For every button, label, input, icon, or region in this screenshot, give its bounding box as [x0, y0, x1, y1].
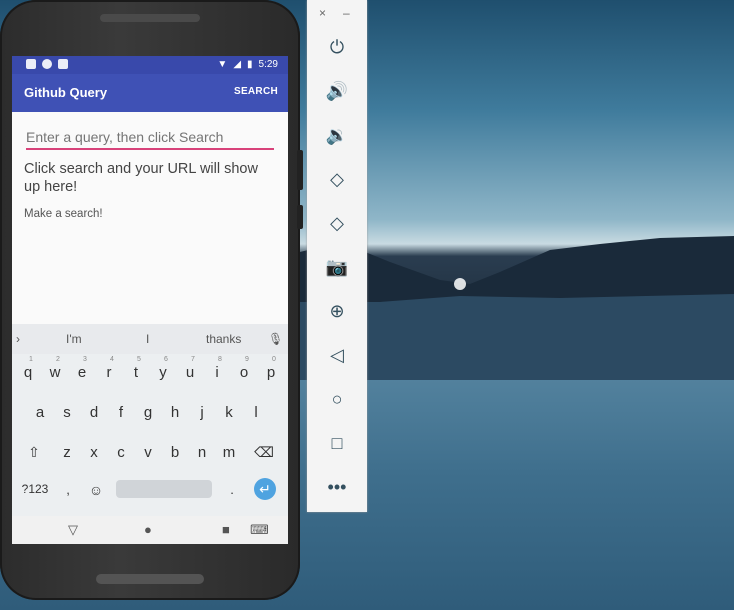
more-icon[interactable]: ••• — [325, 475, 349, 499]
minimize-button[interactable]: – — [343, 6, 350, 20]
comma-key[interactable]: , — [56, 482, 80, 497]
power-icon[interactable]: ⏻ — [325, 35, 349, 59]
nav-bar: ▽ ● ■ ⌨ — [12, 516, 288, 544]
key-l[interactable]: l — [244, 404, 268, 421]
space-key[interactable] — [116, 480, 212, 498]
shield-icon — [26, 59, 36, 69]
key-hint-4: 4 — [110, 356, 114, 363]
symbols-key[interactable]: ?123 — [20, 482, 50, 496]
back-icon[interactable]: ◁ — [325, 343, 349, 367]
microphone-icon[interactable]: 🎙 — [268, 332, 283, 346]
period-key[interactable]: . — [220, 482, 244, 497]
key-g[interactable]: g — [136, 404, 160, 421]
emulator-toolbar: × – ⏻ 🔊 🔉 ◇ ◇ 📷 ⊕ ◁ ○ □ ••• — [307, 0, 367, 512]
key-hint-9: 9 — [245, 356, 249, 363]
keyboard-switch-icon[interactable]: ⌨ — [250, 522, 269, 538]
key-p[interactable]: p — [259, 364, 283, 381]
key-r[interactable]: r — [97, 364, 121, 381]
key-c[interactable]: c — [109, 444, 133, 461]
key-x[interactable]: x — [82, 444, 106, 461]
rotate-right-icon[interactable]: ◇ — [325, 211, 349, 235]
key-i[interactable]: i — [205, 364, 229, 381]
key-u[interactable]: u — [178, 364, 202, 381]
key-v[interactable]: v — [136, 444, 160, 461]
key-q[interactable]: q — [16, 364, 40, 381]
key-hint-6: 6 — [164, 356, 168, 363]
app-bar: Github Query SEARCH — [12, 74, 288, 112]
close-button[interactable]: × — [319, 6, 326, 20]
key-h[interactable]: h — [163, 404, 187, 421]
key-hint-2: 2 — [56, 356, 60, 363]
key-z[interactable]: z — [55, 444, 79, 461]
volume-up-icon[interactable]: 🔊 — [325, 79, 349, 103]
key-d[interactable]: d — [82, 404, 106, 421]
key-e[interactable]: e — [70, 364, 94, 381]
key-hint-8: 8 — [218, 356, 222, 363]
suggestion-strip: › I'm I thanks 🎙 — [12, 324, 288, 354]
enter-icon: ↵ — [259, 481, 271, 497]
app-title: Github Query — [24, 85, 108, 100]
emoji-icon[interactable]: ☺ — [84, 482, 108, 498]
battery-icon: ▮ — [247, 59, 253, 70]
backspace-icon[interactable]: ⌫ — [252, 444, 276, 461]
signal-icon: ◢ — [233, 59, 242, 70]
chevron-right-icon[interactable]: › — [16, 332, 20, 346]
enter-key[interactable]: ↵ — [254, 478, 276, 500]
overview-button-icon[interactable]: ■ — [222, 522, 230, 537]
key-b[interactable]: b — [163, 444, 187, 461]
key-hint-3: 3 — [83, 356, 87, 363]
sd-card-icon — [58, 59, 68, 69]
phone-speaker-bottom — [96, 574, 204, 584]
shift-key-icon[interactable]: ⇧ — [22, 444, 46, 461]
wifi-icon: ▼ — [217, 59, 228, 70]
query-input[interactable] — [26, 126, 274, 150]
key-hint-5: 5 — [137, 356, 141, 363]
camera-icon[interactable]: 📷 — [325, 255, 349, 279]
rotate-left-icon[interactable]: ◇ — [325, 167, 349, 191]
status-bar: ▼ ◢ ▮ 5:29 — [12, 56, 288, 74]
key-o[interactable]: o — [232, 364, 256, 381]
phone-frame: ▼ ◢ ▮ 5:29 Github Query SEARCH Click sea… — [0, 0, 303, 600]
key-hint-7: 7 — [191, 356, 195, 363]
search-result: Make a search! — [24, 208, 103, 220]
notification-icon — [42, 59, 52, 69]
status-time: 5:29 — [258, 59, 278, 70]
soft-keyboard: › I'm I thanks 🎙 q w e r t y u i o p 1 2… — [12, 324, 288, 516]
phone-volume-button[interactable] — [297, 150, 303, 190]
home-icon[interactable]: ○ — [325, 387, 349, 411]
key-m[interactable]: m — [217, 444, 241, 461]
overview-icon[interactable]: □ — [325, 431, 349, 455]
suggestion-1[interactable]: I'm — [66, 332, 82, 346]
search-button[interactable]: SEARCH — [234, 86, 278, 97]
key-hint-0: 0 — [272, 356, 276, 363]
key-y[interactable]: y — [151, 364, 175, 381]
volume-down-icon[interactable]: 🔉 — [325, 123, 349, 147]
home-button-icon[interactable]: ● — [144, 522, 152, 537]
hide-keyboard-icon[interactable]: ▽ — [68, 522, 78, 538]
key-a[interactable]: a — [28, 404, 52, 421]
key-f[interactable]: f — [109, 404, 133, 421]
phone-power-button[interactable] — [297, 205, 303, 229]
url-display: Click search and your URL will show up h… — [24, 161, 258, 195]
key-s[interactable]: s — [55, 404, 79, 421]
phone-speaker — [100, 14, 200, 22]
key-k[interactable]: k — [217, 404, 241, 421]
key-t[interactable]: t — [124, 364, 148, 381]
key-j[interactable]: j — [190, 404, 214, 421]
key-w[interactable]: w — [43, 364, 67, 381]
key-hint-1: 1 — [29, 356, 33, 363]
key-n[interactable]: n — [190, 444, 214, 461]
suggestion-3[interactable]: thanks — [206, 332, 241, 346]
phone-screen: ▼ ◢ ▮ 5:29 Github Query SEARCH Click sea… — [12, 56, 288, 544]
zoom-icon[interactable]: ⊕ — [325, 299, 349, 323]
suggestion-2[interactable]: I — [146, 332, 149, 346]
